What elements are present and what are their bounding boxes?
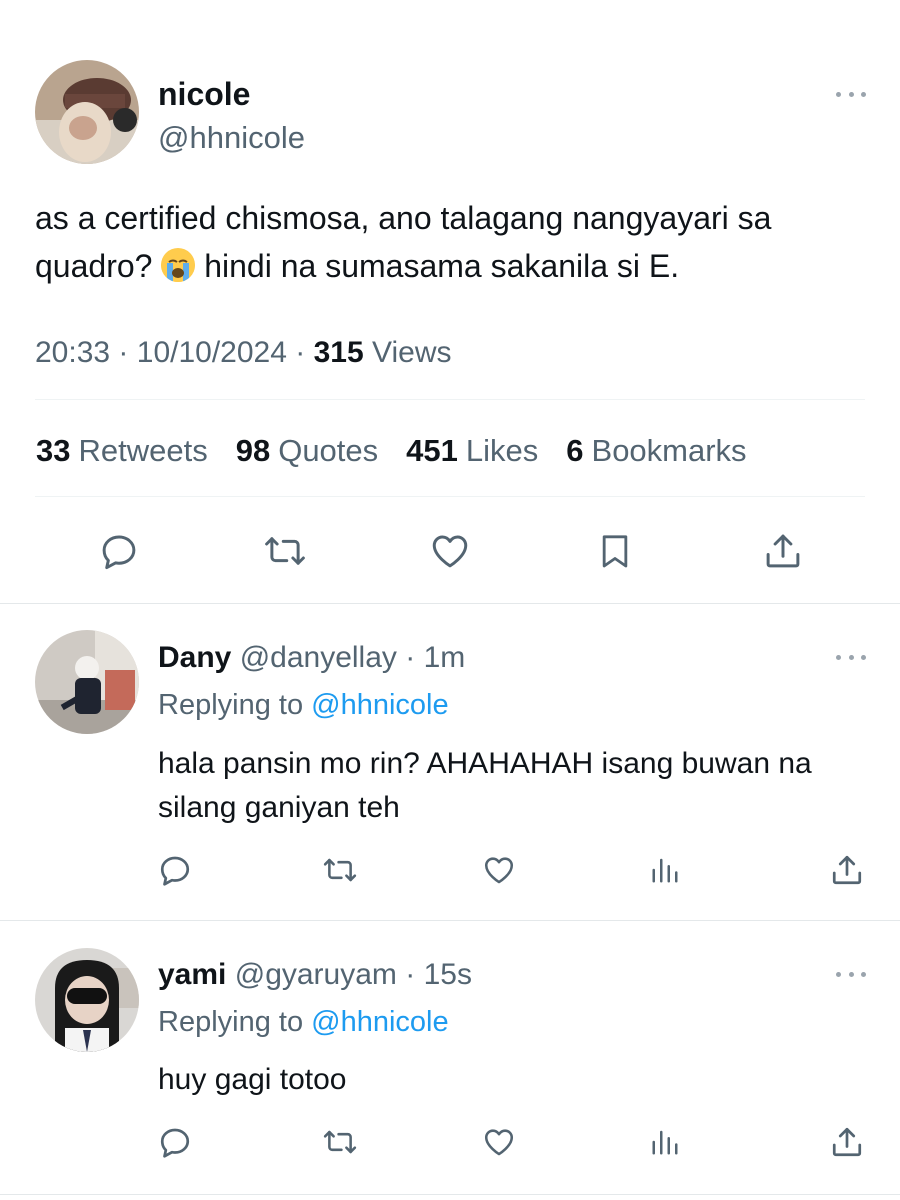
tweet-text: as a certified chismosa, ano talagang na… (35, 194, 875, 290)
reply-text-line1: huy gagi totoo (158, 1063, 347, 1096)
author-avatar[interactable] (35, 60, 139, 164)
bookmarks-count: 6 (566, 433, 584, 468)
heart-icon[interactable] (480, 851, 518, 889)
retweets-label: Retweets (78, 433, 208, 468)
likes-count: 451 (406, 433, 458, 468)
tweet-time[interactable]: 20:33 (35, 336, 110, 369)
reply-time[interactable]: · 15s (405, 958, 472, 991)
reply-header: Dany @danyellay · 1m (158, 641, 465, 675)
bookmarks-label: Bookmarks (591, 433, 747, 468)
share-icon[interactable] (828, 1123, 866, 1161)
retweets-stat[interactable]: 33 Retweets (36, 433, 208, 469)
divider (35, 496, 865, 497)
retweet-icon[interactable] (260, 528, 310, 574)
retweets-count: 33 (36, 433, 71, 468)
reply-text-line1: hala pansin mo rin? AHAHAHAH isang buwan… (158, 747, 812, 780)
reply-header: yami @gyaruyam · 15s (158, 958, 472, 992)
reply-author-handle[interactable]: @gyaruyam (235, 958, 397, 991)
views-count: 315 (313, 336, 364, 369)
separator: · (118, 336, 129, 369)
reply-author-name[interactable]: yami (158, 958, 226, 991)
reply-text: huy gagi totoo (158, 1058, 878, 1102)
views-icon[interactable] (646, 851, 684, 889)
likes-stat[interactable]: 451 Likes (406, 433, 538, 469)
tweet-meta: 20:33 · 10/10/2024 · 315 Views (35, 336, 452, 370)
tweet-text-line1: as a certified chismosa, ano talagang na… (35, 200, 772, 236)
replying-to-label: Replying to (158, 1006, 304, 1038)
reply-avatar[interactable] (35, 630, 139, 734)
reply-avatar-image (35, 948, 139, 1052)
divider (0, 1194, 900, 1195)
replying-to-mention[interactable]: @hhnicole (311, 1006, 448, 1038)
bookmarks-stat[interactable]: 6 Bookmarks (566, 433, 746, 469)
loudly-crying-face-emoji (161, 248, 196, 282)
quotes-stat[interactable]: 98 Quotes (236, 433, 378, 469)
tweet-text-part: quadro? (35, 248, 153, 284)
more-icon[interactable] (836, 969, 866, 979)
reply-avatar[interactable] (35, 948, 139, 1052)
replying-to: Replying to @hhnicole (158, 1006, 449, 1039)
retweet-icon[interactable] (320, 1123, 360, 1161)
author-handle[interactable]: @hhnicole (158, 120, 305, 156)
reply-text: hala pansin mo rin? AHAHAHAH isang buwan… (158, 742, 878, 830)
divider (35, 399, 865, 400)
heart-icon[interactable] (426, 528, 474, 574)
quotes-label: Quotes (278, 433, 379, 468)
separator: · (295, 336, 306, 369)
views-icon[interactable] (646, 1123, 684, 1161)
views-label[interactable]: Views (372, 336, 451, 369)
tweet-stats: 33 Retweets 98 Quotes 451 Likes 6 Bookmarks (36, 433, 747, 469)
heart-icon[interactable] (480, 1123, 518, 1161)
share-icon[interactable] (760, 528, 806, 574)
reply-icon[interactable] (156, 1123, 194, 1161)
quotes-count: 98 (235, 433, 271, 468)
likes-label: Likes (465, 433, 539, 468)
reply-icon[interactable] (96, 528, 142, 574)
more-icon[interactable] (836, 89, 866, 99)
tweet-date[interactable]: 10/10/2024 (137, 336, 287, 369)
tweet-text-line2: quadro? hindi na sumasama sakanila si E. (35, 242, 875, 290)
more-icon[interactable] (836, 652, 866, 662)
retweet-icon[interactable] (320, 851, 360, 889)
author-name[interactable]: nicole (158, 76, 250, 113)
tweet-text-part: hindi na sumasama sakanila si E. (204, 248, 680, 284)
share-icon[interactable] (828, 851, 866, 889)
divider (0, 920, 900, 921)
reply-time[interactable]: · 1m (405, 641, 465, 674)
reply-avatar-image (35, 630, 139, 734)
divider (0, 603, 900, 604)
reply-text-line2: silang ganiyan teh (158, 791, 400, 824)
author-avatar-image (35, 60, 139, 164)
replying-to-mention[interactable]: @hhnicole (311, 689, 448, 721)
reply-author-handle[interactable]: @danyellay (240, 641, 397, 674)
replying-to: Replying to @hhnicole (158, 689, 449, 722)
replying-to-label: Replying to (158, 689, 304, 721)
reply-icon[interactable] (156, 851, 194, 889)
reply-author-name[interactable]: Dany (158, 641, 231, 674)
bookmark-icon[interactable] (592, 528, 638, 574)
